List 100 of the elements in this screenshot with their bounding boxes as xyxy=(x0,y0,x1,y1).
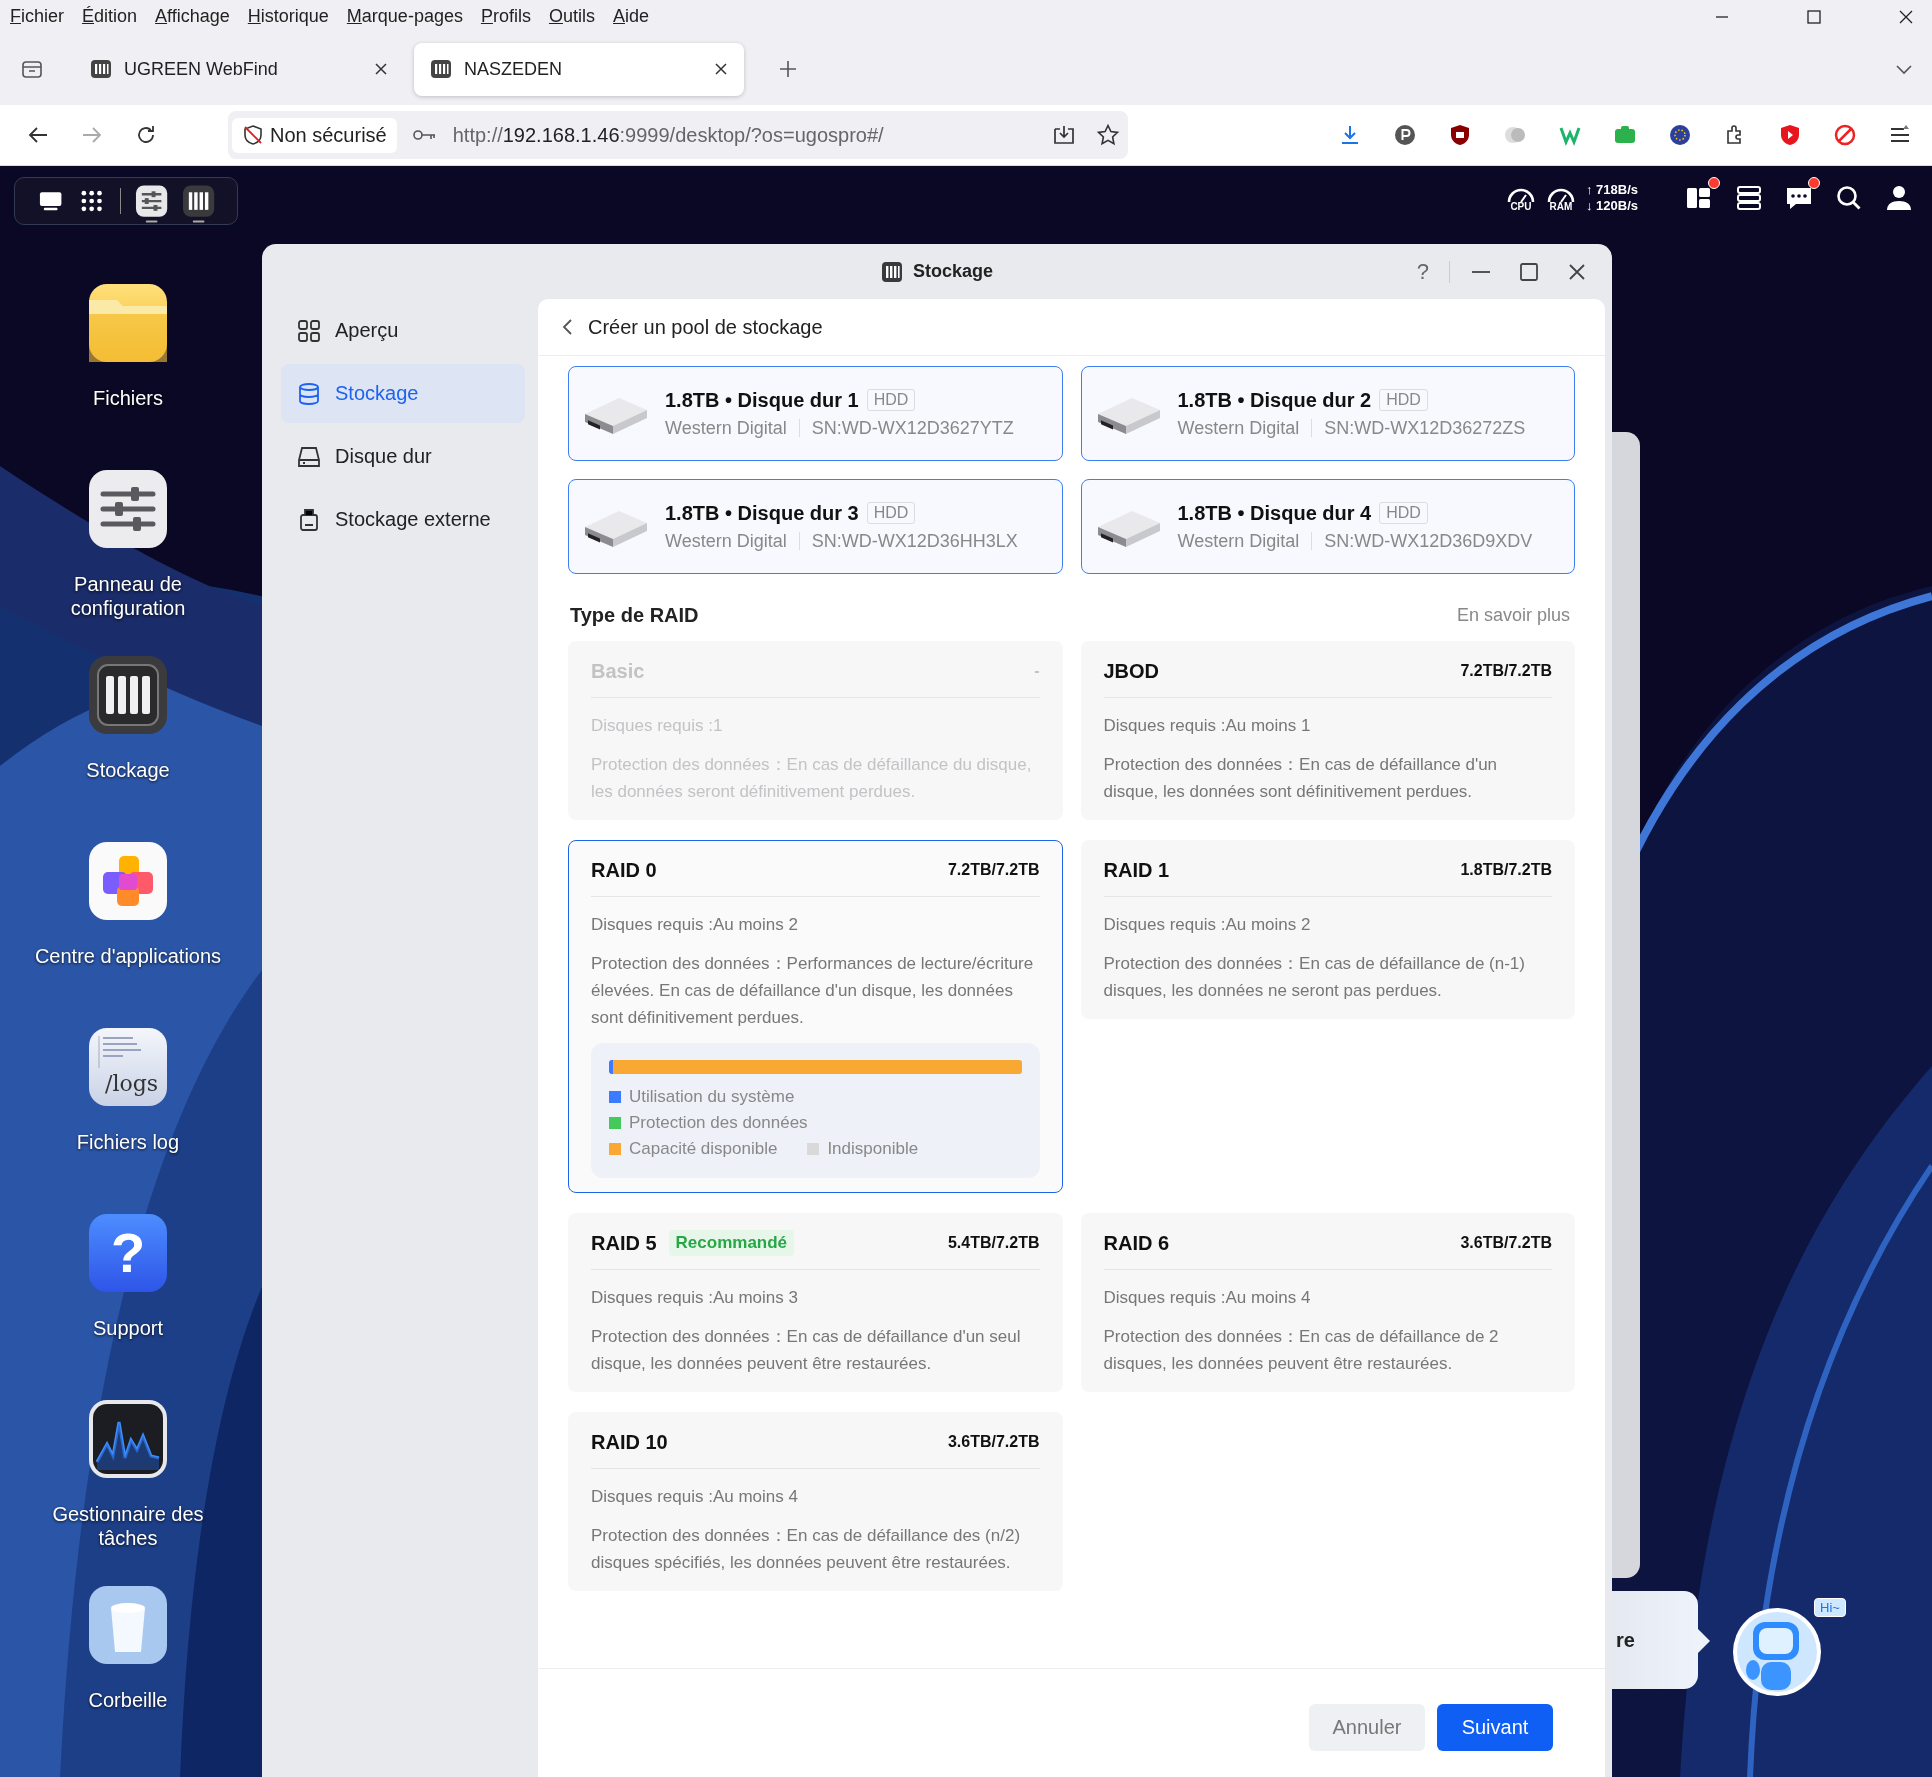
disk-serial: SN:WD-WX12D36272ZS xyxy=(1324,417,1526,439)
disk-title: 1.8TB • Disque dur 2 xyxy=(1177,388,1372,412)
help-button[interactable]: ? xyxy=(1416,258,1429,285)
app-label[interactable]: Fichiers log xyxy=(76,1130,180,1154)
app-label[interactable]: Fichiers xyxy=(93,386,163,410)
disk-card[interactable]: 1.8TB • Disque dur 1 HDD Western Digital SN:WD-WX12D3627YTZ xyxy=(568,366,1063,461)
legend-label: Indisponible xyxy=(827,1138,919,1160)
install-icon[interactable] xyxy=(1052,123,1076,147)
external-icon xyxy=(297,507,321,532)
cancel-button[interactable]: Annuler xyxy=(1309,1704,1425,1751)
legend-label: Utilisation du système xyxy=(629,1086,795,1108)
menu-item[interactable]: Profils xyxy=(480,6,531,27)
menu-item[interactable]: Historique xyxy=(247,6,329,27)
sidebar-item[interactable]: Stockage externe xyxy=(281,490,525,549)
app-label[interactable]: Gestionnaire des tâches xyxy=(28,1502,228,1550)
star-icon[interactable] xyxy=(1096,123,1120,147)
nas-icon[interactable] xyxy=(181,184,215,224)
browser-tab[interactable]: NASZEDEN xyxy=(414,42,744,96)
menu-item[interactable]: Outils xyxy=(548,6,595,27)
raid-option-card[interactable]: RAID 5 Recommandé 5.4TB/7.2TB Disques requis :Au moins 3 Protection des données：En cas de défaillance d'un seul disque, les données peuvent être restaurées. xyxy=(568,1213,1063,1392)
close-icon[interactable] xyxy=(1898,8,1914,25)
protection-text: Protection des données：En cas de défaillance d'un disque, les données sont définitivement perdues. xyxy=(1103,754,1499,803)
maximize-icon[interactable] xyxy=(1518,260,1540,283)
extension-icon[interactable] xyxy=(1833,123,1857,147)
disk-card[interactable]: 1.8TB • Disque dur 4 HDD Western Digital SN:WD-WX12D36D9XDV xyxy=(1080,479,1575,574)
app-label[interactable]: Support xyxy=(92,1316,164,1340)
disk-card[interactable]: 1.8TB • Disque dur 3 HDD Western Digital SN:WD-WX12D36HH3LX xyxy=(568,479,1063,574)
maximize-icon[interactable] xyxy=(1806,8,1822,25)
app-label[interactable]: Panneau de configuration xyxy=(28,572,228,620)
url-text[interactable]: http://192.168.1.46:9999/desktop/?os=ugospro#/ xyxy=(452,123,884,147)
extension-icon[interactable] xyxy=(1393,123,1417,147)
appcenter-app-icon[interactable] xyxy=(89,842,167,920)
raid-option-card[interactable] xyxy=(568,840,1063,1193)
download-speed: ↓ 120B/s xyxy=(1585,198,1638,214)
requirement-text: Disques requis :Au moins 2 xyxy=(591,914,799,936)
protection-text: Protection des données：En cas de défaillance de 2 disques, les données peuvent être restaurées. xyxy=(1103,1326,1500,1375)
files-app-icon[interactable] xyxy=(89,284,167,362)
disk-serial: SN:WD-WX12D36D9XDV xyxy=(1324,530,1533,552)
raid-option-card[interactable]: RAID 10 3.6TB/7.2TB Disques requis :Au moins 4 Protection des données：En cas de défaillance des (n/2) disques spécifiés, les données peuvent être restaurées. xyxy=(568,1412,1063,1591)
tasks-app-icon[interactable] xyxy=(89,1400,167,1478)
shield-icon[interactable] xyxy=(1448,123,1472,147)
sidebar-item[interactable]: Stockage xyxy=(281,364,525,423)
raid-name: RAID 1 xyxy=(1103,858,1170,882)
trash-app-icon[interactable] xyxy=(89,1586,167,1664)
browser-tab[interactable]: UGREEN WebFind xyxy=(74,42,404,96)
raid-name: RAID 0 xyxy=(591,858,657,882)
requirement-text: Disques requis :Au moins 1 xyxy=(1103,715,1312,737)
type-tag: HDD xyxy=(866,502,916,524)
window-title: Stockage xyxy=(912,261,993,282)
close-icon[interactable] xyxy=(374,62,388,76)
sidebar-item[interactable]: Disque dur xyxy=(281,427,525,486)
storage-app-icon[interactable] xyxy=(89,656,167,734)
raid-option-card[interactable]: RAID 1 1.8TB/7.2TB Disques requis :Au moins 2 Protection des données：En cas de défaillance de (n-1) disques, les données ne seront pas perdues. xyxy=(1080,840,1575,1019)
menu-item[interactable]: Aide xyxy=(613,6,650,27)
capacity-text: - xyxy=(1034,662,1040,680)
raid-name: RAID 5 xyxy=(591,1231,657,1255)
raid-option-card[interactable]: RAID 6 3.6TB/7.2TB Disques requis :Au moins 4 Protection des données：En cas de défaillance de 2 disques, les données peuvent être restaurées. xyxy=(1080,1213,1575,1392)
back-chevron-icon[interactable] xyxy=(560,317,574,337)
raid-name: RAID 10 xyxy=(591,1430,668,1454)
disk-serial: SN:WD-WX12D36HH3LX xyxy=(811,530,1018,552)
menu-item[interactable]: Fichier xyxy=(10,6,64,27)
menu-item[interactable]: Affichage xyxy=(155,6,230,27)
menu-item[interactable]: Marque-pages xyxy=(346,6,463,27)
app-label[interactable]: Corbeille xyxy=(88,1688,168,1712)
security-button[interactable]: Non sécurisé xyxy=(232,117,397,153)
app-label[interactable]: Stockage xyxy=(86,758,170,782)
sliders-icon[interactable] xyxy=(134,184,168,224)
settings-app-icon[interactable] xyxy=(89,470,167,548)
icon-text: /logs xyxy=(105,1071,159,1096)
raid-option-card[interactable]: JBOD 7.2TB/7.2TB Disques requis :Au moins 1 Protection des données：En cas de défaillance d'un disque, les données sont définitivement perdues. xyxy=(1080,641,1575,820)
learn-more-link[interactable]: En savoir plus xyxy=(1456,605,1570,626)
disk-card[interactable]: 1.8TB • Disque dur 2 HDD Western Digital SN:WD-WX12D36272ZS xyxy=(1080,366,1575,461)
app-label[interactable]: Centre d'applications xyxy=(34,944,222,968)
app-icon[interactable]: /logs xyxy=(89,1028,167,1106)
sidebar-item[interactable]: Aperçu xyxy=(281,301,525,360)
capacity-text: 7.2TB/7.2TB xyxy=(947,861,1040,879)
new-tab-icon[interactable] xyxy=(778,59,798,79)
robot-icon[interactable] xyxy=(1731,1606,1823,1698)
tab-title: NASZEDEN xyxy=(464,58,563,80)
overview-icon xyxy=(297,318,321,343)
close-icon[interactable] xyxy=(714,62,728,76)
disk-serial: SN:WD-WX12D3627YTZ xyxy=(811,417,1014,439)
upload-speed: ↑ 718B/s xyxy=(1585,182,1638,198)
bubble-text: re xyxy=(1616,1628,1635,1652)
requirement-text: Disques requis :Au moins 2 xyxy=(1103,914,1312,936)
extension-icon[interactable] xyxy=(1668,123,1692,147)
app-icon[interactable]: ? xyxy=(89,1214,167,1292)
nas-icon xyxy=(90,58,112,80)
play-icon[interactable] xyxy=(1778,123,1802,147)
disk-title: 1.8TB • Disque dur 3 xyxy=(665,501,859,525)
section-title: Type de RAID xyxy=(570,604,699,627)
legend-label: Protection des données xyxy=(629,1112,808,1134)
next-button[interactable]: Suivant xyxy=(1437,1704,1553,1751)
capacity-text: 1.8TB/7.2TB xyxy=(1460,861,1552,879)
disk-vendor: Western Digital xyxy=(1177,417,1300,439)
menu-item[interactable]: Édition xyxy=(82,6,138,27)
shield-slash-icon xyxy=(242,124,264,146)
user-icon[interactable] xyxy=(1884,183,1914,213)
server-list-icon[interactable] xyxy=(1734,183,1764,213)
protection-text: Protection des données：Performances de lecture/écriture élevées. En cas de défaillance d'un disque, les données sont définitivement perdues. xyxy=(591,953,1035,1029)
